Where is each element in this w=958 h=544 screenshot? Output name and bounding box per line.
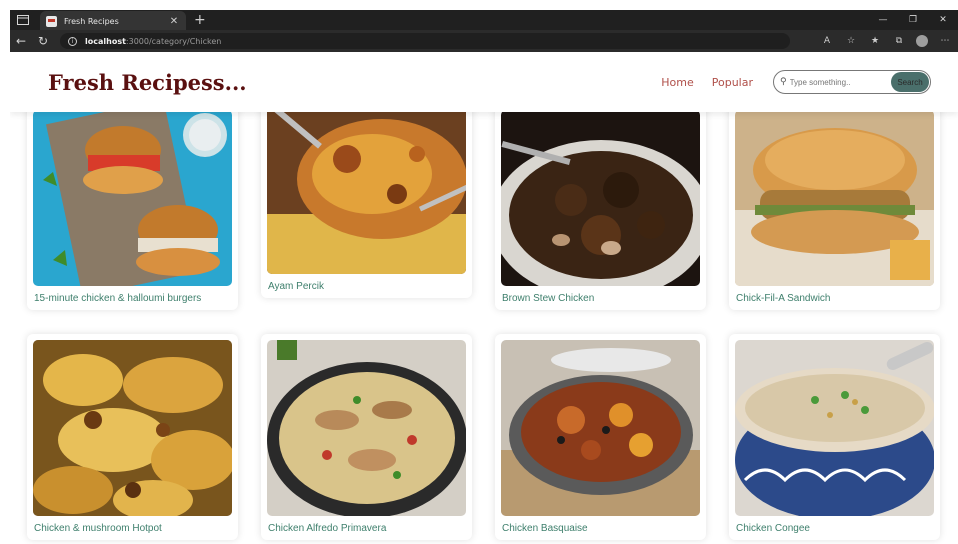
recipe-card[interactable]: Chicken Congee: [729, 334, 940, 540]
recipe-title[interactable]: 15-minute chicken & halloumi burgers: [34, 293, 232, 304]
site-info-icon[interactable]: i: [68, 36, 77, 46]
tab-title: Fresh Recipes: [64, 16, 119, 26]
url-field[interactable]: i localhost :3000/category/Chicken: [60, 33, 790, 49]
recipe-image[interactable]: [33, 110, 232, 286]
window-controls: — ❐ ✕: [868, 10, 958, 30]
favorites-icon[interactable]: ★: [868, 36, 882, 46]
recipe-card[interactable]: Chicken Basquaise: [495, 334, 706, 540]
web-page: Fresh Recipess... Home Popular ⚲ Search: [10, 52, 958, 544]
nav-popular-link[interactable]: Popular: [712, 76, 753, 89]
more-options-icon[interactable]: ⋯: [938, 36, 952, 46]
recipe-title[interactable]: Brown Stew Chicken: [502, 293, 700, 304]
recipe-card[interactable]: 15-minute chicken & halloumi burgers: [27, 104, 238, 310]
search-icon: ⚲: [780, 77, 787, 87]
recipe-title[interactable]: Chick-Fil-A Sandwich: [736, 293, 934, 304]
site-header: Fresh Recipess... Home Popular ⚲ Search: [10, 52, 958, 112]
minimize-icon[interactable]: —: [868, 15, 898, 25]
url-host: localhost: [85, 36, 126, 46]
recipe-image[interactable]: [267, 340, 466, 516]
back-icon[interactable]: ←: [10, 34, 32, 48]
url-path: :3000/category/Chicken: [125, 36, 222, 46]
profile-avatar-icon[interactable]: [916, 35, 928, 47]
restore-icon[interactable]: ❐: [898, 15, 928, 25]
new-tab-icon[interactable]: +: [194, 13, 206, 27]
recipe-card[interactable]: Chicken & mushroom Hotpot: [27, 334, 238, 540]
favicon-icon: [46, 15, 57, 27]
collections-icon[interactable]: ⧉: [892, 36, 906, 46]
browser-tab-bar: Fresh Recipes ✕ + — ❐ ✕: [10, 10, 958, 31]
search-button[interactable]: Search: [891, 72, 929, 92]
address-bar: ← ↻ i localhost :3000/category/Chicken A…: [10, 30, 958, 52]
search-box: ⚲ Search: [773, 70, 931, 94]
site-brand[interactable]: Fresh Recipess...: [48, 70, 247, 95]
read-aloud-icon[interactable]: A: [820, 36, 834, 46]
recipe-title[interactable]: Chicken Basquaise: [502, 523, 700, 534]
recipe-image[interactable]: [501, 110, 700, 286]
recipe-card[interactable]: Ayam Percik: [261, 98, 472, 298]
tab-actions-icon[interactable]: [16, 14, 30, 26]
favorite-star-icon[interactable]: ☆: [844, 36, 858, 46]
recipe-image[interactable]: [33, 340, 232, 516]
recipe-card[interactable]: Chick-Fil-A Sandwich: [729, 104, 940, 310]
recipe-card[interactable]: Brown Stew Chicken: [495, 104, 706, 310]
recipe-title[interactable]: Chicken Congee: [736, 523, 934, 534]
recipe-image[interactable]: [735, 110, 934, 286]
close-window-icon[interactable]: ✕: [928, 15, 958, 25]
recipe-title[interactable]: Chicken & mushroom Hotpot: [34, 523, 232, 534]
recipe-title[interactable]: Ayam Percik: [268, 281, 466, 292]
recipe-title[interactable]: Chicken Alfredo Primavera: [268, 523, 466, 534]
refresh-icon[interactable]: ↻: [32, 34, 54, 48]
close-tab-icon[interactable]: ✕: [168, 16, 180, 27]
recipe-image[interactable]: [501, 340, 700, 516]
recipe-card[interactable]: Chicken Alfredo Primavera: [261, 334, 472, 540]
browser-toolbar: A ☆ ★ ⧉ ⋯: [820, 35, 958, 47]
recipe-image[interactable]: [267, 104, 466, 274]
recipe-image[interactable]: [735, 340, 934, 516]
site-nav: Home Popular: [661, 76, 771, 89]
nav-home-link[interactable]: Home: [661, 76, 693, 89]
search-input[interactable]: [789, 77, 890, 87]
browser-tab[interactable]: Fresh Recipes ✕: [40, 11, 186, 31]
